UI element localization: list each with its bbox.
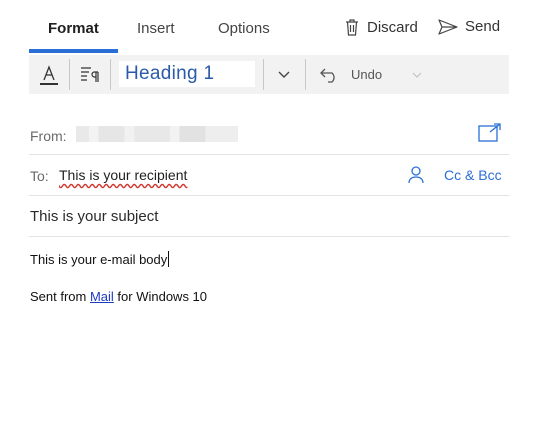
font-color-button[interactable] [29,55,69,94]
format-toolbar: Heading 1 Undo [29,55,509,94]
send-icon [438,18,458,35]
undo-dropdown-button[interactable] [409,55,425,94]
chevron-down-icon [412,72,422,78]
active-tab-indicator [29,49,118,53]
toolbar-separator [263,59,264,90]
person-icon[interactable] [408,166,424,184]
toolbar-separator [305,59,306,90]
to-input[interactable]: This is your recipient [59,167,187,183]
style-dropdown-button[interactable] [269,55,299,94]
subject-input[interactable]: This is your subject [30,208,158,225]
undo-label[interactable]: Undo [351,55,382,94]
from-account-redacted[interactable] [76,126,238,142]
undo-icon [320,68,335,83]
signature-prefix: Sent from [30,289,90,304]
undo-button[interactable] [315,55,345,94]
signature-suffix: for Windows 10 [113,289,208,304]
popout-icon[interactable] [478,123,502,143]
cc-bcc-button[interactable]: Cc & Bcc [444,167,502,183]
paragraph-style-select[interactable]: Heading 1 [119,61,255,87]
discard-button[interactable]: Discard [344,18,418,36]
tab-options[interactable]: Options [218,20,270,37]
chevron-down-icon [278,71,290,78]
signature: Sent from Mail for Windows 10 [30,289,207,304]
divider [29,236,509,237]
send-button[interactable]: Send [438,18,500,35]
from-label: From: [30,128,67,144]
discard-label: Discard [367,18,418,36]
top-tab-bar: Format Insert Options Discard Send [0,0,536,56]
to-label: To: [30,168,49,184]
tab-insert[interactable]: Insert [137,20,175,37]
text-caret [168,251,170,267]
paragraph-format-button[interactable] [70,55,110,94]
tab-format[interactable]: Format [48,20,99,37]
trash-icon [346,19,358,36]
divider [29,154,509,155]
toolbar-separator [110,59,111,90]
mail-link[interactable]: Mail [90,289,114,304]
body-text: This is your e-mail body [30,252,168,267]
email-body[interactable]: This is your e-mail body [30,251,170,267]
font-color-icon [40,64,58,85]
send-label: Send [465,18,501,35]
divider [29,195,509,196]
paragraph-format-icon [81,66,99,82]
